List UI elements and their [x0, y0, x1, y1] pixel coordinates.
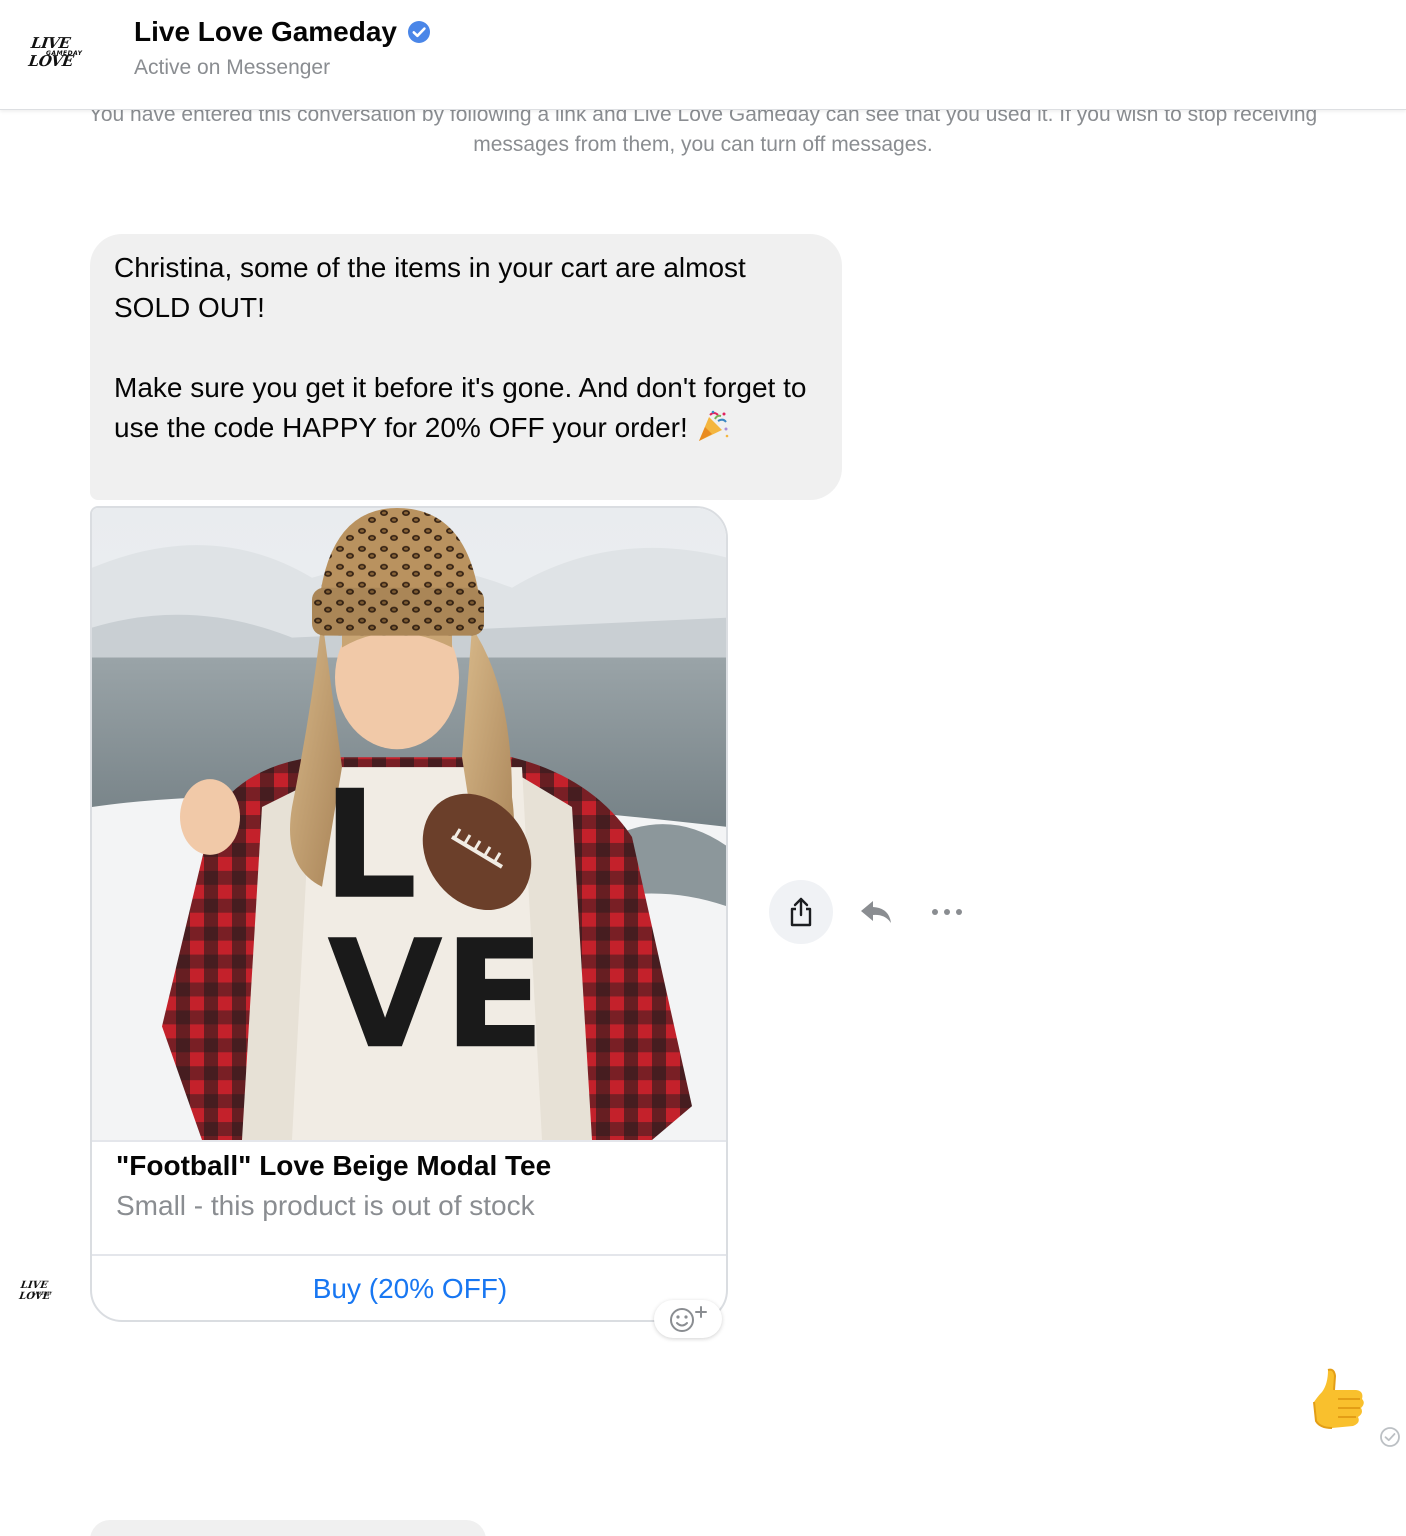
shirt-letters-ve: VE	[327, 909, 546, 1083]
message-line-1: Christina, some of the items in your car…	[114, 252, 746, 323]
next-message-bubble[interactable]	[90, 1520, 486, 1536]
message-line-2: Make sure you get it before it's gone. A…	[114, 368, 818, 448]
product-subtitle: Small - this product is out of stock	[116, 1190, 535, 1221]
shirt-letter-l: L	[322, 759, 418, 933]
active-status: Active on Messenger	[134, 56, 331, 79]
brand-logo-subtext: GAMEDAY	[46, 50, 83, 57]
add-reaction-button[interactable]	[654, 1300, 722, 1338]
avatar-logo-subtext: GAMEDAY	[32, 1291, 53, 1296]
reply-icon	[861, 901, 891, 923]
message-bubble[interactable]: Christina, some of the items in your car…	[90, 234, 842, 500]
messenger-conversation: LIVE LOVE GAMEDAY Live Love Gameday Acti…	[0, 0, 1406, 1536]
verified-badge-icon	[408, 21, 431, 43]
smiley-plus-icon	[670, 1306, 707, 1332]
product-image[interactable]: L VE	[92, 508, 728, 1142]
product-card[interactable]: L VE "Football" Love Beige Modal Tee Sma…	[90, 506, 728, 1322]
brand-logo[interactable]: LIVE LOVE GAMEDAY	[27, 34, 110, 70]
reply-button[interactable]	[858, 896, 894, 928]
buy-button[interactable]: Buy (20% OFF)	[92, 1256, 726, 1320]
page-title[interactable]: Live Love Gameday	[134, 16, 397, 48]
conversation-header: LIVE LOVE GAMEDAY Live Love Gameday Acti…	[0, 0, 1406, 110]
message-seen-icon	[1380, 1427, 1400, 1447]
title-row: Live Love Gameday	[134, 16, 431, 48]
party-popper-icon	[698, 410, 728, 441]
more-dots-icon	[932, 909, 962, 915]
sender-avatar[interactable]: LIVE LOVE GAMEDAY	[18, 1280, 76, 1302]
share-button[interactable]	[769, 880, 833, 944]
product-title: "Football" Love Beige Modal Tee	[116, 1150, 552, 1181]
thumbs-up-icon[interactable]	[1304, 1366, 1368, 1436]
share-icon	[790, 897, 812, 927]
more-options-button[interactable]	[928, 896, 966, 928]
